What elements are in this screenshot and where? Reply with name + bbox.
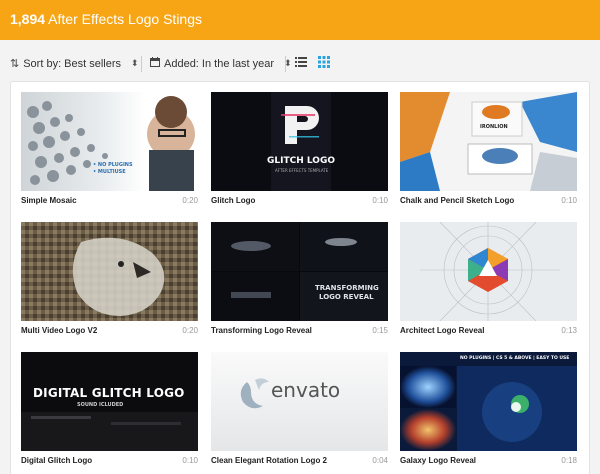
item-card[interactable]: DIGITAL GLITCH LOGO SOUND ICLUDED Digita… (21, 352, 198, 470)
item-card[interactable]: IRONLION Chalk and Pencil Sketch Logo 0:… (400, 92, 577, 210)
page-title: 1,894 After Effects Logo Stings (10, 11, 202, 27)
item-duration: 0:04 (372, 456, 388, 465)
item-duration: 0:13 (561, 326, 577, 335)
item-name[interactable]: Galaxy Logo Reveal (400, 456, 476, 465)
item-name[interactable]: Simple Mosaic (21, 196, 77, 205)
item-thumbnail[interactable]: NO PLUGINS | CS 5 & ABOVE | EASY TO USE (400, 352, 577, 451)
item-card[interactable]: TRANSFORMING LOGO REVEAL Transforming Lo… (211, 222, 388, 340)
item-thumbnail[interactable] (400, 222, 577, 321)
item-duration: 0:10 (561, 196, 577, 205)
result-count: 1,894 (10, 11, 46, 27)
item-name[interactable]: Glitch Logo (211, 196, 255, 205)
calendar-icon (150, 57, 160, 70)
grid-view-icon[interactable] (318, 56, 332, 70)
item-thumbnail[interactable]: • NO PLUGINS • MULTIUSE (21, 92, 198, 191)
item-card[interactable]: • NO PLUGINS • MULTIUSE Simple Mosaic 0:… (21, 92, 198, 210)
item-duration: 0:20 (182, 326, 198, 335)
thumb-title: GLITCH LOGO (267, 156, 335, 166)
item-name[interactable]: Digital Glitch Logo (21, 456, 92, 465)
thumb-subtitle: LOGO REVEAL (319, 293, 374, 301)
item-name[interactable]: Clean Elegant Rotation Logo 2 (211, 456, 327, 465)
sort-label: Sort by: Best sellers (23, 57, 122, 70)
chevron-updown-icon: ⬍ (131, 58, 139, 68)
item-name[interactable]: Architect Logo Reveal (400, 326, 484, 335)
thumb-logo-text: envato (271, 378, 341, 402)
item-duration: 0:18 (561, 456, 577, 465)
item-thumbnail[interactable]: envato (211, 352, 388, 451)
item-card[interactable]: GLITCH LOGO AFTER EFFECTS TEMPLATE Glitc… (211, 92, 388, 210)
item-name[interactable]: Transforming Logo Reveal (211, 326, 312, 335)
added-label: Added: In the last year (164, 57, 275, 70)
item-duration: 0:10 (182, 456, 198, 465)
thumb-logo-text: IRONLION (480, 124, 508, 130)
item-duration: 0:15 (372, 326, 388, 335)
item-card[interactable]: NO PLUGINS | CS 5 & ABOVE | EASY TO USE … (400, 352, 577, 470)
sort-dropdown[interactable]: ⇅ Sort by: Best sellers ⬍ (10, 57, 139, 71)
category-title: After Effects Logo Stings (48, 11, 203, 27)
item-name[interactable]: Multi Video Logo V2 (21, 326, 97, 335)
results-panel: • NO PLUGINS • MULTIUSE Simple Mosaic 0:… (10, 81, 590, 474)
item-name[interactable]: Chalk and Pencil Sketch Logo (400, 196, 514, 205)
item-card[interactable]: Architect Logo Reveal 0:13 (400, 222, 577, 340)
filter-bar: ⇅ Sort by: Best sellers ⬍ Added: In the … (0, 50, 600, 78)
item-thumbnail[interactable]: DIGITAL GLITCH LOGO SOUND ICLUDED (21, 352, 198, 451)
thumb-caption: NO PLUGINS | CS 5 & ABOVE | EASY TO USE (460, 356, 570, 361)
header-bar: 1,894 After Effects Logo Stings (0, 0, 600, 40)
thumb-subtitle: AFTER EFFECTS TEMPLATE (275, 168, 329, 173)
thumb-title: DIGITAL GLITCH LOGO (33, 386, 185, 400)
thumb-title: TRANSFORMING (315, 284, 379, 292)
list-view-icon[interactable] (295, 56, 309, 70)
item-duration: 0:20 (182, 196, 198, 205)
item-thumbnail[interactable]: IRONLION (400, 92, 577, 191)
item-thumbnail[interactable] (21, 222, 198, 321)
thumb-caption: • NO PLUGINS • MULTIUSE (93, 162, 133, 175)
item-thumbnail[interactable]: TRANSFORMING LOGO REVEAL (211, 222, 388, 321)
sort-icon: ⇅ (10, 58, 20, 70)
item-duration: 0:10 (372, 196, 388, 205)
thumb-subtitle: SOUND ICLUDED (77, 402, 124, 408)
divider (285, 56, 286, 72)
divider (141, 56, 142, 72)
added-dropdown[interactable]: Added: In the last year ⬍ (150, 57, 292, 70)
item-card[interactable]: Multi Video Logo V2 0:20 (21, 222, 198, 340)
item-card[interactable]: envato Clean Elegant Rotation Logo 2 0:0… (211, 352, 388, 470)
item-thumbnail[interactable]: GLITCH LOGO AFTER EFFECTS TEMPLATE (211, 92, 388, 191)
